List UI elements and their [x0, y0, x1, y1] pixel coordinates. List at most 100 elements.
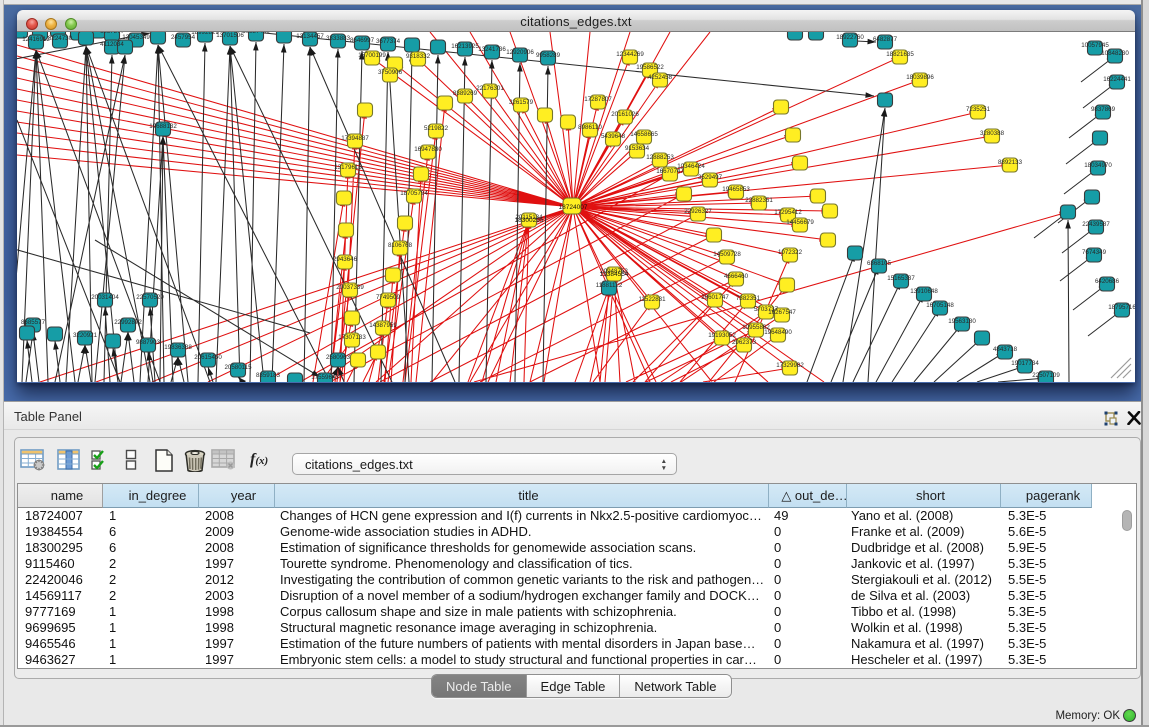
svg-text:20772475: 20772475: [64, 32, 92, 34]
svg-text:15700199: 15700199: [358, 52, 386, 59]
svg-text:16213925: 16213925: [451, 43, 479, 50]
svg-text:8359183: 8359183: [256, 372, 281, 379]
svg-text:3261579: 3261579: [509, 99, 534, 106]
svg-text:18724007: 18724007: [559, 204, 588, 211]
svg-text:10848230: 10848230: [1101, 50, 1129, 57]
svg-text:13701506: 13701506: [216, 32, 244, 39]
svg-text:19836388: 19836388: [164, 344, 192, 351]
svg-text:19586522: 19586522: [636, 64, 664, 71]
svg-text:4666460: 4666460: [724, 273, 749, 280]
svg-text:3333883: 3333883: [326, 35, 351, 42]
svg-text:18992829: 18992829: [191, 32, 219, 36]
svg-text:18300295: 18300295: [515, 217, 544, 224]
svg-text:8986110: 8986110: [578, 124, 602, 131]
svg-text:22806503: 22806503: [26, 32, 54, 34]
svg-text:7235251: 7235251: [966, 106, 991, 113]
svg-text:19688132: 19688132: [149, 123, 177, 130]
svg-text:8685577: 8685577: [21, 319, 46, 326]
svg-text:10057945: 10057945: [1081, 42, 1109, 49]
svg-text:20037339: 20037339: [336, 284, 364, 291]
svg-text:10346424: 10346424: [677, 163, 705, 170]
svg-text:8389269: 8389269: [453, 90, 478, 97]
svg-text:3220921: 3220921: [73, 332, 98, 339]
svg-text:11522831: 11522831: [638, 296, 666, 303]
svg-text:13241736: 13241736: [478, 46, 506, 53]
svg-text:13134457: 13134457: [296, 33, 324, 40]
svg-text:16947830: 16947830: [414, 146, 442, 153]
svg-text:11881122: 11881122: [596, 282, 623, 289]
svg-text:9153634: 9153634: [625, 145, 650, 152]
svg-text:20161026: 20161026: [611, 111, 639, 118]
svg-text:18705794: 18705794: [400, 190, 428, 197]
svg-text:3677374: 3677374: [376, 38, 401, 45]
svg-text:17329982: 17329982: [776, 362, 804, 369]
svg-text:3529497: 3529497: [698, 174, 723, 181]
svg-text:3750906: 3750906: [378, 69, 403, 76]
svg-text:19017734: 19017734: [1011, 360, 1039, 367]
svg-text:5219822: 5219822: [424, 125, 449, 132]
svg-text:22439587: 22439587: [1082, 221, 1110, 228]
svg-text:17295412: 17295412: [774, 209, 802, 216]
svg-text:20580115: 20580115: [224, 364, 252, 371]
svg-text:3280388: 3280388: [980, 130, 1005, 137]
svg-text:18039896: 18039896: [906, 74, 934, 81]
svg-text:9958289: 9958289: [536, 52, 561, 59]
svg-text:7382351: 7382351: [736, 295, 761, 302]
svg-text:14658665: 14658665: [630, 131, 658, 138]
svg-text:7674349: 7674349: [1082, 249, 1107, 256]
svg-text:2943646: 2943646: [333, 256, 358, 263]
svg-text:5439648: 5439648: [601, 133, 626, 140]
svg-text:21439044: 21439044: [802, 32, 830, 34]
svg-text:7749509: 7749509: [376, 294, 401, 301]
svg-text:8892133: 8892133: [998, 159, 1023, 166]
svg-text:12920906: 12920906: [506, 49, 534, 56]
svg-text:12344269: 12344269: [616, 51, 644, 58]
svg-text:20031404: 20031404: [91, 294, 119, 301]
svg-text:17559643: 17559643: [311, 374, 339, 381]
svg-text:17307133: 17307133: [338, 334, 366, 341]
svg-text:16224441: 16224441: [1103, 76, 1131, 83]
svg-text:20601747: 20601747: [701, 294, 729, 301]
svg-text:22992872: 22992872: [114, 319, 142, 326]
svg-text:10955862: 10955862: [742, 324, 770, 331]
svg-text:6368105: 6368105: [867, 260, 892, 267]
svg-text:22570529: 22570529: [136, 294, 164, 301]
svg-text:20615450: 20615450: [194, 354, 222, 361]
svg-text:17287807: 17287807: [584, 96, 612, 103]
svg-text:4112034: 4112034: [100, 41, 124, 48]
svg-text:2962373: 2962373: [732, 339, 757, 346]
svg-text:8106768: 8106768: [388, 242, 413, 249]
svg-text:19465853: 19465853: [722, 186, 750, 193]
svg-text:14387959: 14387959: [369, 322, 397, 329]
svg-text:12416912: 12416912: [22, 36, 50, 43]
svg-text:13910648: 13910648: [910, 288, 938, 295]
svg-text:22507109: 22507109: [1032, 372, 1060, 379]
svg-text:12888253: 12888253: [646, 154, 674, 161]
svg-text:19384554: 19384554: [600, 271, 629, 278]
svg-text:18034970: 18034970: [1084, 162, 1112, 169]
svg-text:15165337: 15165337: [887, 275, 915, 282]
svg-text:8224730: 8224730: [48, 35, 73, 42]
svg-text:18795716: 18795716: [1108, 304, 1135, 311]
svg-text:10837430: 10837430: [242, 32, 270, 35]
svg-text:18821635: 18821635: [886, 51, 914, 58]
svg-text:6482877: 6482877: [873, 36, 898, 43]
svg-text:22176301: 22176301: [476, 85, 504, 92]
svg-text:14509728: 14509728: [713, 251, 741, 258]
svg-text:13179613: 13179613: [334, 164, 362, 171]
svg-text:18922760: 18922760: [836, 34, 864, 41]
svg-text:22882351: 22882351: [745, 197, 773, 204]
svg-text:9318332: 9318332: [406, 53, 431, 60]
svg-text:4843718: 4843718: [993, 346, 1018, 353]
svg-text:6420686: 6420686: [1095, 278, 1120, 285]
svg-text:4252458: 4252458: [648, 74, 673, 81]
svg-text:2580963: 2580963: [326, 354, 351, 361]
svg-text:8646997: 8646997: [350, 37, 375, 44]
svg-text:22926327: 22926327: [684, 208, 712, 215]
svg-text:9837869: 9837869: [1091, 106, 1116, 113]
svg-text:16267547: 16267547: [768, 309, 796, 316]
svg-text:17394887: 17394887: [341, 135, 369, 142]
svg-text:9887903: 9887903: [136, 339, 161, 346]
svg-text:19563180: 19563180: [948, 318, 976, 325]
svg-text:16705148: 16705148: [926, 302, 954, 309]
